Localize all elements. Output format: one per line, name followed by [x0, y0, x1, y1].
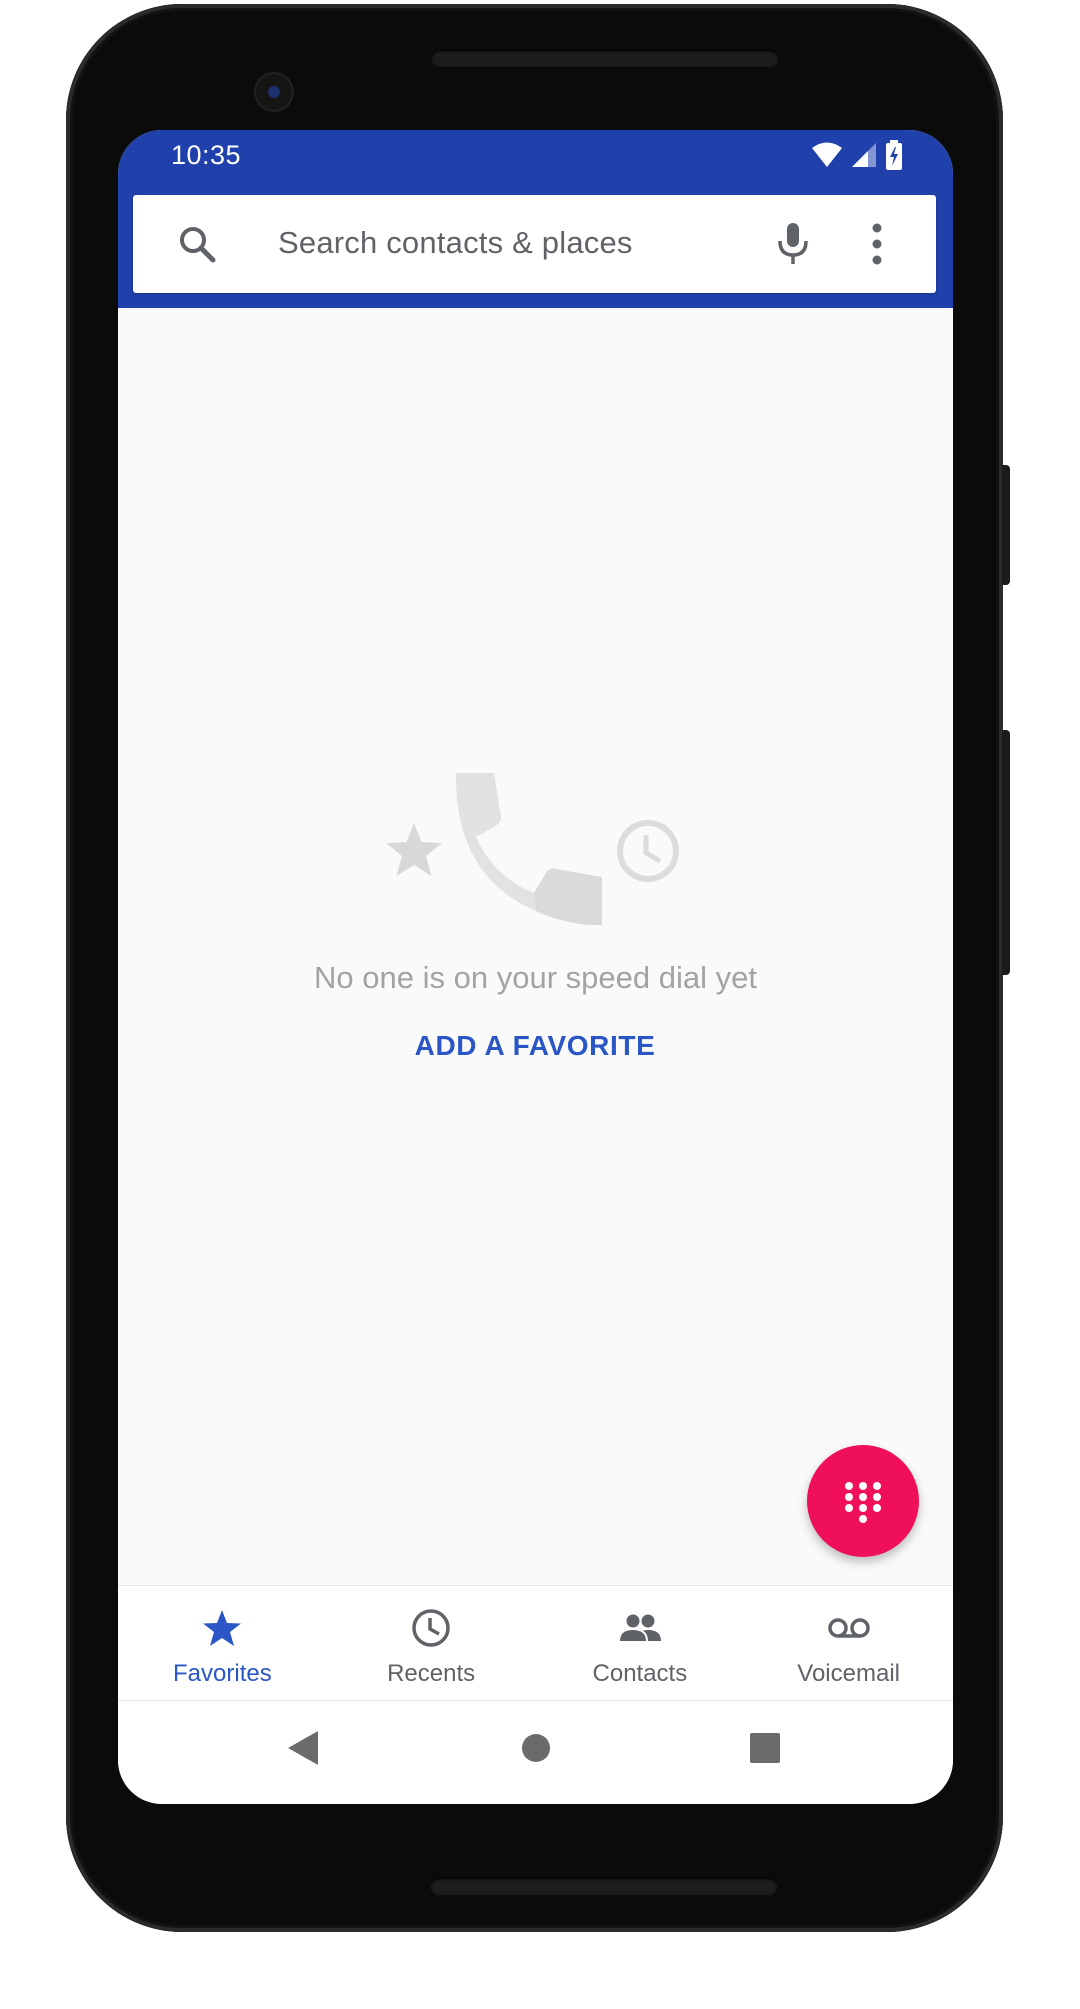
- power-button: [1002, 465, 1010, 585]
- status-icons: [811, 140, 903, 170]
- tab-recents[interactable]: Recents: [327, 1586, 536, 1700]
- phone-icon: [455, 773, 602, 925]
- screen: 10:35 Search contacts & places No one is…: [118, 130, 953, 1804]
- wifi-icon: [812, 142, 842, 167]
- tab-label: Recents: [387, 1660, 476, 1687]
- system-navigation-bar: [118, 1701, 953, 1804]
- dialpad-icon: [845, 1482, 881, 1523]
- tab-contacts[interactable]: Contacts: [536, 1586, 745, 1700]
- signal-icon: [852, 143, 876, 167]
- status-time: 10:35: [171, 140, 242, 170]
- earpiece-speaker: [431, 49, 779, 67]
- status-bar: 10:35: [118, 130, 953, 180]
- search-bar[interactable]: Search contacts & places: [133, 195, 936, 293]
- tab-label: Contacts: [592, 1660, 688, 1687]
- tab-label: Favorites: [173, 1660, 272, 1687]
- clock-icon: [412, 1609, 450, 1647]
- app-header: 10:35 Search contacts & places: [118, 130, 953, 308]
- back-icon[interactable]: [286, 1729, 320, 1767]
- empty-state-illustration: [386, 773, 679, 925]
- more-vert-icon[interactable]: [871, 223, 883, 265]
- voicemail-icon: [827, 1618, 870, 1638]
- mic-icon[interactable]: [773, 221, 813, 265]
- bottom-navigation: Favorites Recents Contacts Voicemail: [118, 1585, 953, 1702]
- home-icon[interactable]: [519, 1729, 553, 1767]
- dialpad-fab-button[interactable]: [807, 1445, 919, 1557]
- add-favorite-button[interactable]: ADD A FAVORITE: [385, 1018, 685, 1074]
- battery-charging-icon: [886, 140, 902, 170]
- search-icon[interactable]: [178, 225, 216, 263]
- tab-favorites[interactable]: Favorites: [118, 1586, 327, 1700]
- camera-lens: [256, 74, 292, 110]
- empty-state-message: No one is on your speed dial yet: [314, 960, 757, 995]
- star-icon: [386, 823, 442, 876]
- clock-icon: [617, 820, 679, 882]
- people-icon: [619, 1614, 661, 1641]
- overview-icon[interactable]: [748, 1729, 782, 1767]
- volume-button: [1002, 730, 1010, 975]
- page: 10:35 Search contacts & places No one is…: [0, 0, 1080, 2009]
- search-input[interactable]: Search contacts & places: [278, 225, 633, 261]
- star-icon: [203, 1610, 242, 1646]
- bottom-speaker: [430, 1877, 778, 1895]
- tab-label: Voicemail: [797, 1660, 900, 1687]
- tab-voicemail[interactable]: Voicemail: [744, 1586, 953, 1700]
